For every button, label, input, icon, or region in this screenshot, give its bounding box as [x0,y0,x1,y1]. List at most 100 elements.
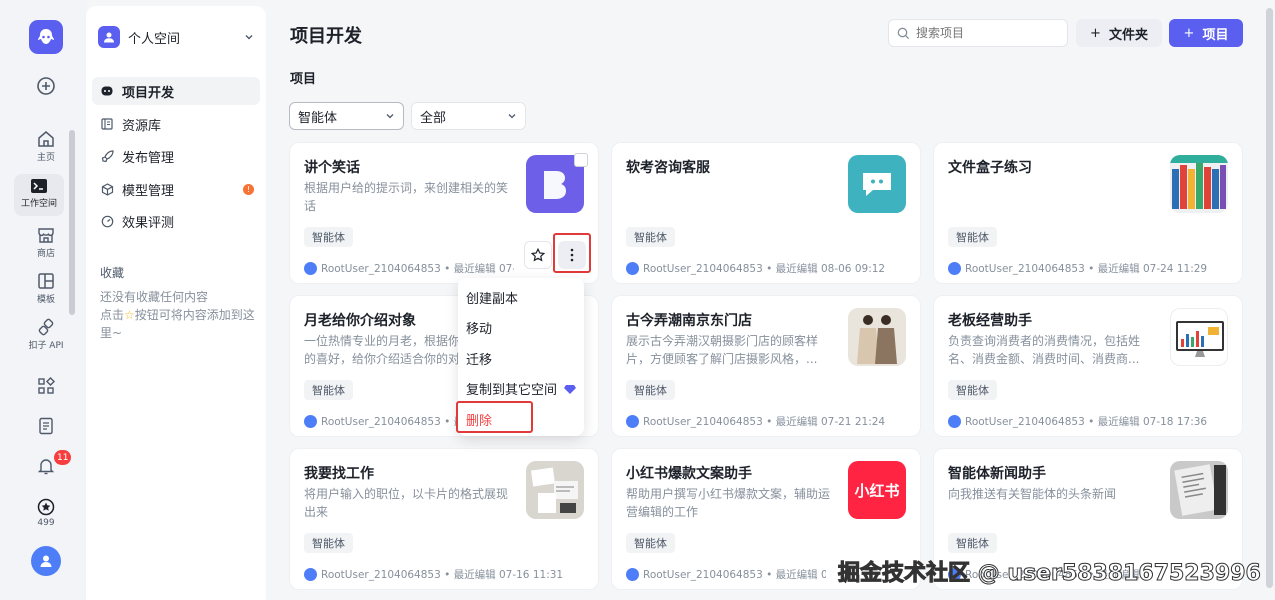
favorites-empty-line: 还没有收藏任何内容 [100,290,209,304]
star-icon: ☆ [124,308,135,322]
card-meta-text: RootUser_2104064853 • 最近编辑 08-06 09:12 [643,263,886,275]
chat-bubble-icon [863,173,891,196]
apps-grid-icon [38,377,55,394]
plus-icon: + [1183,25,1195,41]
store-icon [38,228,54,243]
card-meta-text: RootUser_2104064853 • 最近编辑 07-21 21:24 [643,416,886,428]
new-folder-button[interactable]: + 文件夹 [1076,19,1162,47]
user-icon [104,32,114,43]
menu-item-migrate[interactable]: 迁移 [458,343,584,374]
sidebar-item-project-dev[interactable]: 项目开发 [92,77,260,105]
card-thumbnail [1170,155,1228,213]
select-checkbox[interactable] [574,153,588,167]
card-type-tag: 智能体 [948,380,997,400]
chevron-down-icon [508,114,516,119]
card-description: 帮助用户撰写小红书爆款文案，辅助运营编辑的工作 [626,487,831,519]
binders-image [1170,155,1228,209]
search-input[interactable] [916,26,1056,40]
card-meta: RootUser_2104064853 • 最近编辑 07-... [304,414,469,429]
create-button[interactable] [26,76,66,96]
rail-item-store[interactable]: 商店 [26,226,66,259]
diamond-premium-icon [564,384,576,394]
sidebar-item-models[interactable]: 模型管理 ! [92,175,260,203]
template-icon [38,273,54,289]
scope-filter-select[interactable]: 全部 [411,102,526,130]
card-title: 讲个笑话 [304,160,360,176]
highlight-box-more [553,233,591,273]
search-box[interactable] [888,19,1068,47]
project-card[interactable]: 古今弄潮南京东门店 展示古今弄潮汉朝摄影门店的顾客样片，方便顾客了解门店摄影风格… [611,295,921,437]
new-project-button[interactable]: + 项目 [1169,19,1243,47]
card-meta-text: RootUser_2104064853 • 最近编辑 07-24 11:29 [965,263,1208,275]
card-type-tag: 智能体 [304,533,353,553]
project-card[interactable]: 文件盒子练习 智能体 RootUser_2104064853 • 最近编辑 07… [933,142,1243,284]
card-type-tag: 智能体 [626,380,675,400]
rail-label: 主页 [36,153,55,163]
b-logo-icon [544,171,566,199]
rail-docs-button[interactable] [26,417,66,435]
rail-points-button[interactable]: 499 [26,498,66,528]
chevron-down-icon [386,114,394,119]
project-button-label: 项目 [1202,27,1229,43]
favorite-button[interactable] [524,241,552,269]
warning-dot-icon: ! [243,183,254,195]
card-meta: RootUser_2104064853 • 最近编辑 07-16 11:31 [304,567,594,582]
favorites-empty-part: 点击 [100,308,125,322]
project-card[interactable]: 老板经营助手 负责查询消费者的消费情况，包括姓名、消费金额、消费时间、消费商..… [933,295,1243,437]
card-meta: RootUser_2104064853 • 最近编辑 08-06 09:12 [626,261,916,276]
app-logo[interactable] [29,20,63,54]
dashboard-monitor-image [1176,321,1224,357]
space-switcher[interactable]: 个人空间 [98,24,258,50]
card-thumbnail [848,155,906,213]
card-title: 软考咨询客服 [626,160,710,176]
menu-item-move[interactable]: 移动 [458,313,584,344]
notification-count-badge: 11 [54,450,72,465]
user-avatar [304,568,317,581]
type-filter-select[interactable]: 智能体 [289,102,404,130]
space-name: 个人空间 [128,31,181,47]
card-meta: RootUser_2104064853 • 最近编辑 07-21 21:24 [626,414,916,429]
plus-icon: + [1090,25,1101,41]
sidebar-item-library[interactable]: 资源库 [92,110,260,138]
page-title: 项目开发 [290,26,362,47]
project-card[interactable]: 我要找工作 将用户输入的职位，以卡片的格式展现出来 智能体 RootUser_2… [289,448,599,590]
card-type-tag: 智能体 [948,227,997,247]
sidebar-item-publish[interactable]: 发布管理 [92,142,260,170]
workspace-sidebar: 个人空间 项目开发 资源库 发布管理 模型管理 ! 效果评测 收藏 还没有收藏任… [86,6,266,600]
main-scrollbar[interactable] [1266,8,1273,588]
menu-item-copy-to-space[interactable]: 复制到其它空间 [458,374,584,405]
cube-icon [100,182,114,196]
project-card[interactable]: 软考咨询客服 智能体 RootUser_2104064853 • 最近编辑 08… [611,142,921,284]
rail-item-workspace[interactable]: 工作空间 [14,174,64,216]
rail-item-templates[interactable]: 模板 [26,272,66,305]
user-avatar [948,415,961,428]
card-description: 展示古今弄潮汉朝摄影门店的顾客样片，方便顾客了解门店摄影风格，... [626,334,819,366]
menu-item-duplicate[interactable]: 创建副本 [458,282,584,313]
card-description: 根据用户给的提示词，来创建相关的笑话 [304,181,509,213]
desk-papers-image [530,467,578,513]
card-type-tag: 智能体 [626,227,675,247]
user-avatar [626,262,639,275]
rail-apps-button[interactable] [26,377,66,395]
api-icon [38,318,54,336]
card-meta: RootUser_2104064853 • 最近编辑 07-18 17:36 [948,414,1238,429]
user-avatar [948,262,961,275]
card-thumbnail [526,461,584,519]
card-type-tag: 智能体 [304,380,353,400]
library-icon [100,117,114,131]
user-avatar[interactable] [31,546,61,576]
favorites-title: 收藏 [100,266,125,280]
card-meta: RootUser_2104064853 • 最近编辑 07-... [626,567,826,582]
sidebar-item-label: 效果评测 [122,215,175,231]
card-type-tag: 智能体 [948,533,997,553]
user-avatar [304,415,317,428]
rail-item-api[interactable]: 扣子 API [26,318,66,351]
rail-label: 模板 [36,295,55,305]
rail-item-home[interactable]: 主页 [26,130,66,163]
bell-icon [37,459,55,475]
sidebar-item-evaluation[interactable]: 效果评测 [92,207,260,235]
card-title: 我要找工作 [304,466,374,482]
rail-scrollbar[interactable] [69,130,75,315]
highlight-box-delete [456,401,533,433]
logo-icon [38,29,54,44]
